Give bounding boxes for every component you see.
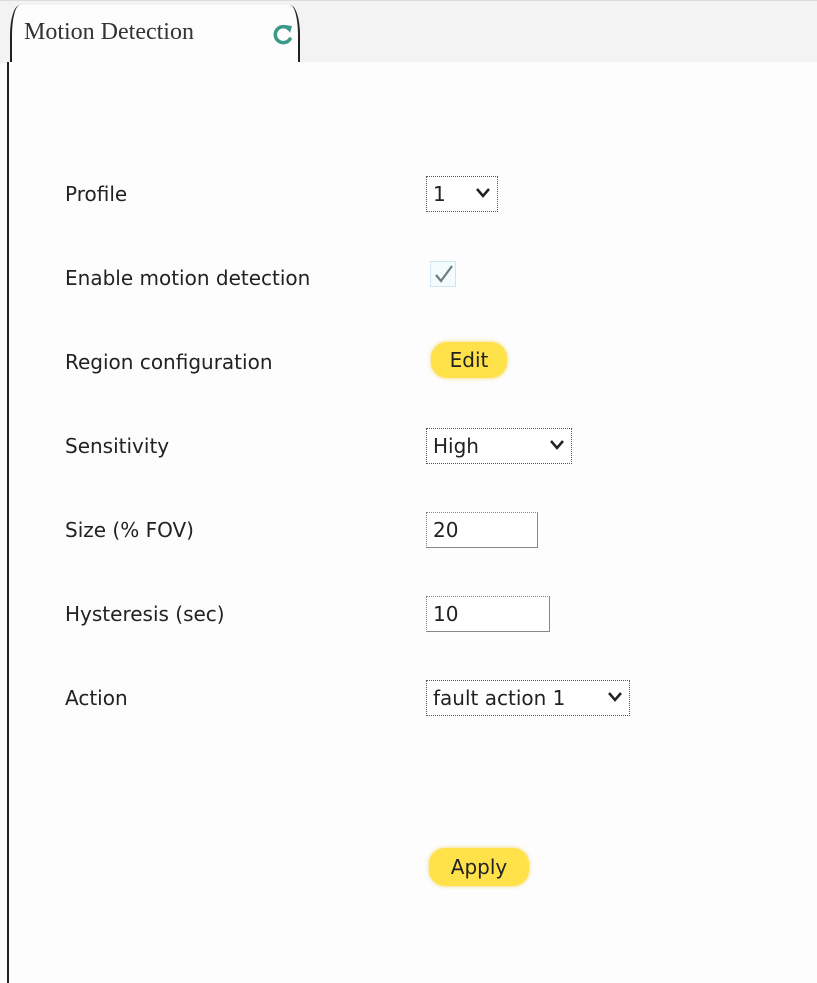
tab-title: Motion Detection xyxy=(24,19,194,45)
region-configuration-label: Region configuration xyxy=(65,350,273,374)
profile-value: 1 xyxy=(433,182,446,206)
profile-label: Profile xyxy=(65,182,128,206)
motion-detection-page: Motion Detection Profile 1 Enable motion… xyxy=(0,0,817,983)
enable-motion-label: Enable motion detection xyxy=(65,266,311,290)
action-value: fault action 1 xyxy=(433,686,566,710)
sensitivity-value: High xyxy=(433,434,479,458)
edit-region-button[interactable]: Edit xyxy=(431,342,507,378)
chevron-down-icon xyxy=(550,440,564,450)
tab-motion-detection[interactable]: Motion Detection xyxy=(10,5,300,63)
size-fov-label: Size (% FOV) xyxy=(65,518,194,542)
profile-select[interactable]: 1 xyxy=(426,176,498,212)
chevron-down-icon xyxy=(476,188,490,198)
hysteresis-label: Hysteresis (sec) xyxy=(65,602,225,626)
sensitivity-label: Sensitivity xyxy=(65,434,170,458)
size-fov-input[interactable]: 20 xyxy=(426,512,538,548)
refresh-icon[interactable] xyxy=(270,22,296,48)
chevron-down-icon xyxy=(608,692,622,702)
sensitivity-select[interactable]: High xyxy=(426,428,572,464)
action-label: Action xyxy=(65,686,128,710)
action-select[interactable]: fault action 1 xyxy=(426,680,630,716)
checkmark-icon xyxy=(435,265,453,283)
settings-panel: Profile 1 Enable motion detection Region… xyxy=(7,62,817,983)
apply-button[interactable]: Apply xyxy=(429,848,529,886)
tab-strip: Motion Detection xyxy=(0,0,817,63)
enable-motion-checkbox[interactable] xyxy=(430,261,456,287)
hysteresis-input[interactable]: 10 xyxy=(426,596,550,632)
